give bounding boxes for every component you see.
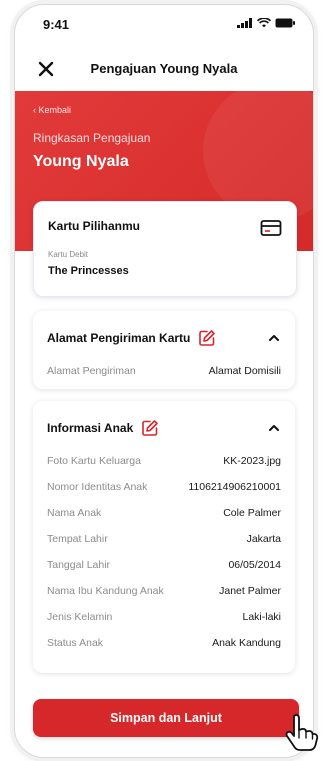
- row-value: Janet Palmer: [219, 585, 281, 597]
- row-label: Nama Anak: [47, 507, 102, 519]
- hand-pointer-icon: [285, 714, 319, 751]
- row-value: KK-2023.jpg: [223, 455, 281, 467]
- child-info-title: Informasi Anak: [47, 421, 134, 435]
- child-info-row: Jenis Kelamin Laki-laki: [47, 611, 281, 623]
- row-label: Jenis Kelamin: [47, 611, 113, 623]
- child-info-header: Informasi Anak: [47, 419, 159, 437]
- summary-label: Ringkasan Pengajuan: [33, 131, 151, 145]
- address-section-title: Alamat Pengiriman Kartu: [47, 331, 191, 345]
- signal-icon: [237, 18, 252, 28]
- status-time: 9:41: [43, 17, 70, 32]
- row-label: Status Anak: [47, 637, 104, 649]
- row-value: Laki-laki: [242, 611, 281, 623]
- address-section: Alamat Pengiriman Kartu Alamat Pengirima…: [33, 311, 295, 389]
- row-label: Tempat Lahir: [47, 533, 108, 545]
- card-type-label: Kartu Debit: [48, 250, 89, 259]
- row-value: Alamat Domisili: [208, 365, 281, 377]
- child-info-row: Tanggal Lahir 06/05/2014: [47, 559, 281, 571]
- phone-frame: 9:41 Pengajuan Young Nyala ‹ Kembali Rin…: [14, 4, 314, 758]
- row-label: Alamat Pengiriman: [47, 365, 136, 377]
- row-label: Foto Kartu Keluarga: [47, 455, 141, 467]
- child-info-row: Foto Kartu Keluarga KK-2023.jpg: [47, 455, 281, 467]
- selected-card-panel: Kartu Pilihanmu Kartu Debit The Princess…: [33, 201, 297, 297]
- wifi-icon: [257, 18, 271, 28]
- child-info-row: Tempat Lahir Jakarta: [47, 533, 281, 545]
- row-label: Tanggal Lahir: [47, 559, 111, 571]
- save-continue-button[interactable]: Simpan dan Lanjut: [33, 699, 299, 737]
- row-value: Jakarta: [246, 533, 281, 545]
- address-section-header: Alamat Pengiriman Kartu: [47, 329, 216, 347]
- child-info-section: Informasi Anak Foto Kartu Keluarga KK-20…: [33, 401, 295, 673]
- row-label: Nama Ibu Kandung Anak: [47, 585, 164, 597]
- child-info-row: Nomor Identitas Anak 1106214906210001: [47, 481, 281, 493]
- card-panel-title: Kartu Pilihanmu: [48, 219, 141, 233]
- edit-icon[interactable]: [141, 419, 159, 437]
- card-icon: [260, 220, 282, 236]
- row-value: 06/05/2014: [228, 559, 281, 571]
- page-title: Pengajuan Young Nyala: [90, 61, 238, 76]
- row-label: Nomor Identitas Anak: [47, 481, 148, 493]
- back-link[interactable]: ‹ Kembali: [33, 105, 71, 115]
- card-name: The Princesses: [48, 265, 129, 277]
- child-info-row: Nama Anak Cole Palmer: [47, 507, 281, 519]
- chevron-up-icon[interactable]: [267, 421, 281, 435]
- edit-icon[interactable]: [198, 329, 216, 347]
- address-row: Alamat Pengiriman Alamat Domisili: [47, 365, 281, 377]
- child-info-row: Nama Ibu Kandung Anak Janet Palmer: [47, 585, 281, 597]
- row-value: 1106214906210001: [188, 481, 281, 493]
- status-icons: [237, 18, 295, 28]
- child-info-row: Status Anak Anak Kandung: [47, 637, 281, 649]
- row-value: Anak Kandung: [212, 637, 281, 649]
- battery-icon: [275, 18, 295, 28]
- row-value: Cole Palmer: [223, 507, 281, 519]
- status-bar: 9:41: [15, 5, 313, 41]
- chevron-up-icon[interactable]: [267, 331, 281, 345]
- product-name: Young Nyala: [33, 153, 129, 170]
